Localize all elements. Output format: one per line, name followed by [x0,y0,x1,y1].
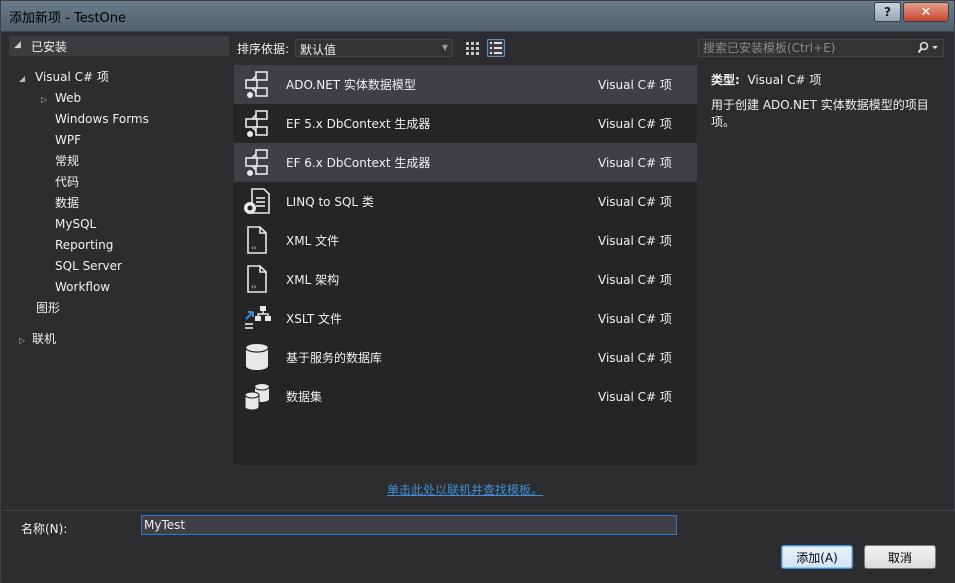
template-name: 基于服务的数据库 [286,351,383,365]
dataset-icon [244,384,270,411]
sort-toolbar: 排序依据: 默认值 ▼ [237,39,697,59]
close-button[interactable]: ✕ [903,2,949,22]
list-view-icon [490,42,502,54]
chevron-down-icon: ▼ [441,43,448,52]
bottom-bar: 名称(N): 添加(A) 取消 [2,510,955,583]
help-button[interactable]: ? [874,2,901,22]
title-bar: 添加新项 - TestOne ? ✕ [1,1,954,32]
tree-item-workflow[interactable]: Workflow [55,277,110,297]
expand-arrow-icon[interactable]: ▷ [19,331,29,351]
template-item-linq-to-sql[interactable]: LINQ to SQL 类 Visual C# 项 [234,182,697,221]
template-item-xml-file[interactable]: ‹› XML 文件 Visual C# 项 [234,221,697,260]
find-templates-online-link[interactable]: 单击此处以联机并查找模板。 [387,481,543,498]
tree-item-windows-forms[interactable]: Windows Forms [55,109,149,129]
tree-item-label: Web [55,91,82,105]
template-item-xml-schema[interactable]: ‹› XML 架构 Visual C# 项 [234,260,697,299]
tree-item-data[interactable]: 数据 [55,193,79,213]
template-search-box[interactable] [698,39,944,57]
database-icon [245,344,269,370]
template-name: XSLT 文件 [286,312,343,326]
tree-item-label: Windows Forms [55,112,149,126]
template-item-xslt-file[interactable]: XSLT 文件 Visual C# 项 [234,299,697,338]
sort-value: 默认值 [300,43,337,57]
tree-item-label: 数据 [55,196,80,210]
template-name: EF 5.x DbContext 生成器 [286,117,431,131]
template-category: Visual C# 项 [598,390,672,404]
tree-item-web[interactable]: ▷ Web [41,88,81,108]
template-category: Visual C# 项 [598,195,672,209]
linq-to-sql-icon [244,188,270,214]
expand-arrow-icon[interactable]: ▷ [41,90,51,110]
search-icon[interactable] [917,41,939,55]
xml-schema-icon: ‹› [247,265,267,293]
name-input[interactable] [141,515,677,535]
tree-item-wpf[interactable]: WPF [55,130,81,150]
sort-dropdown[interactable]: 默认值 ▼ [295,39,453,57]
tree-item-label: Workflow [55,280,111,294]
detail-type-key: 类型: [711,73,740,87]
tree-item-label: 图形 [36,301,61,315]
template-category: Visual C# 项 [598,156,672,170]
add-button[interactable]: 添加(A) [781,545,853,569]
tree-item-general[interactable]: 常规 [55,151,79,171]
installed-header[interactable]: ◢ 已安装 [9,36,229,56]
tree-item-label: MySQL [55,217,97,231]
tree-item-reporting[interactable]: Reporting [55,235,113,255]
tree-item-mysql[interactable]: MySQL [55,214,96,234]
xslt-file-icon [245,306,271,329]
category-tree: ◢ 已安装 ◢ Visual C# 项 ▷ Web Windows Forms WP… [9,36,229,506]
entity-model-icon [245,110,268,137]
template-name: XML 架构 [286,273,340,287]
template-item-ef6-dbcontext[interactable]: EF 6.x DbContext 生成器 Visual C# 项 [234,143,697,182]
window-title: 添加新项 - TestOne [9,11,127,26]
expand-arrow-icon[interactable]: ◢ [19,69,29,89]
template-category: Visual C# 项 [598,78,672,92]
tree-item-label: 常规 [55,154,80,168]
template-item-ef5-dbcontext[interactable]: EF 5.x DbContext 生成器 Visual C# 项 [234,104,697,143]
detail-description: 用于创建 ADO.NET 实体数据模型的项目项。 [711,98,929,129]
template-name: LINQ to SQL 类 [286,195,374,209]
tree-item-online[interactable]: ▷ 联机 [19,329,56,349]
svg-text:‹›: ‹› [251,244,257,252]
svg-text:‹›: ‹› [251,283,257,291]
template-category: Visual C# 项 [598,273,672,287]
tree-item-code[interactable]: 代码 [55,172,79,192]
grid-view-button[interactable] [463,39,481,57]
detail-type-value: Visual C# 项 [747,73,822,87]
grid-view-icon [466,42,479,55]
collapse-triangle-icon: ◢ [14,40,21,50]
tree-item-label: Reporting [55,238,114,252]
detail-type: 类型: Visual C# 项 [711,71,821,88]
name-label: 名称(N): [21,522,68,536]
entity-model-icon [245,149,268,176]
tree-item-label: 代码 [55,175,80,189]
add-new-item-dialog: 添加新项 - TestOne ? ✕ ◢ 已安装 ◢ Visual C# 项 ▷ W… [0,0,955,583]
tree-item-sql-server[interactable]: SQL Server [55,256,122,276]
tree-item-visual-csharp[interactable]: ◢ Visual C# 项 [19,67,109,87]
template-category: Visual C# 项 [598,312,672,326]
search-input[interactable] [703,40,903,56]
template-category: Visual C# 项 [598,117,672,131]
tree-item-graphics[interactable]: 图形 [36,298,60,318]
cancel-button[interactable]: 取消 [864,545,936,569]
template-item-service-database[interactable]: 基于服务的数据库 Visual C# 项 [234,338,697,377]
list-view-button[interactable] [487,39,505,57]
template-name: XML 文件 [286,234,340,248]
template-list: ADO.NET 实体数据模型 Visual C# 项 EF 5.x DbCont… [234,65,697,465]
tree-item-label: Visual C# 项 [35,70,109,84]
tree-item-label: SQL Server [55,259,122,273]
template-name: EF 6.x DbContext 生成器 [286,156,431,170]
template-category: Visual C# 项 [598,351,672,365]
template-name: 数据集 [286,390,323,404]
tree-item-label: 联机 [32,332,57,346]
template-item-dataset[interactable]: 数据集 Visual C# 项 [234,377,697,416]
installed-label: 已安装 [31,40,68,54]
xml-file-icon: ‹› [247,226,267,254]
sort-label: 排序依据: [237,42,290,56]
template-category: Visual C# 项 [598,234,672,248]
template-name: ADO.NET 实体数据模型 [286,78,416,92]
template-item-ado-net-entity-model[interactable]: ADO.NET 实体数据模型 Visual C# 项 [234,65,697,104]
entity-model-icon [245,71,268,98]
tree-item-label: WPF [55,133,82,147]
